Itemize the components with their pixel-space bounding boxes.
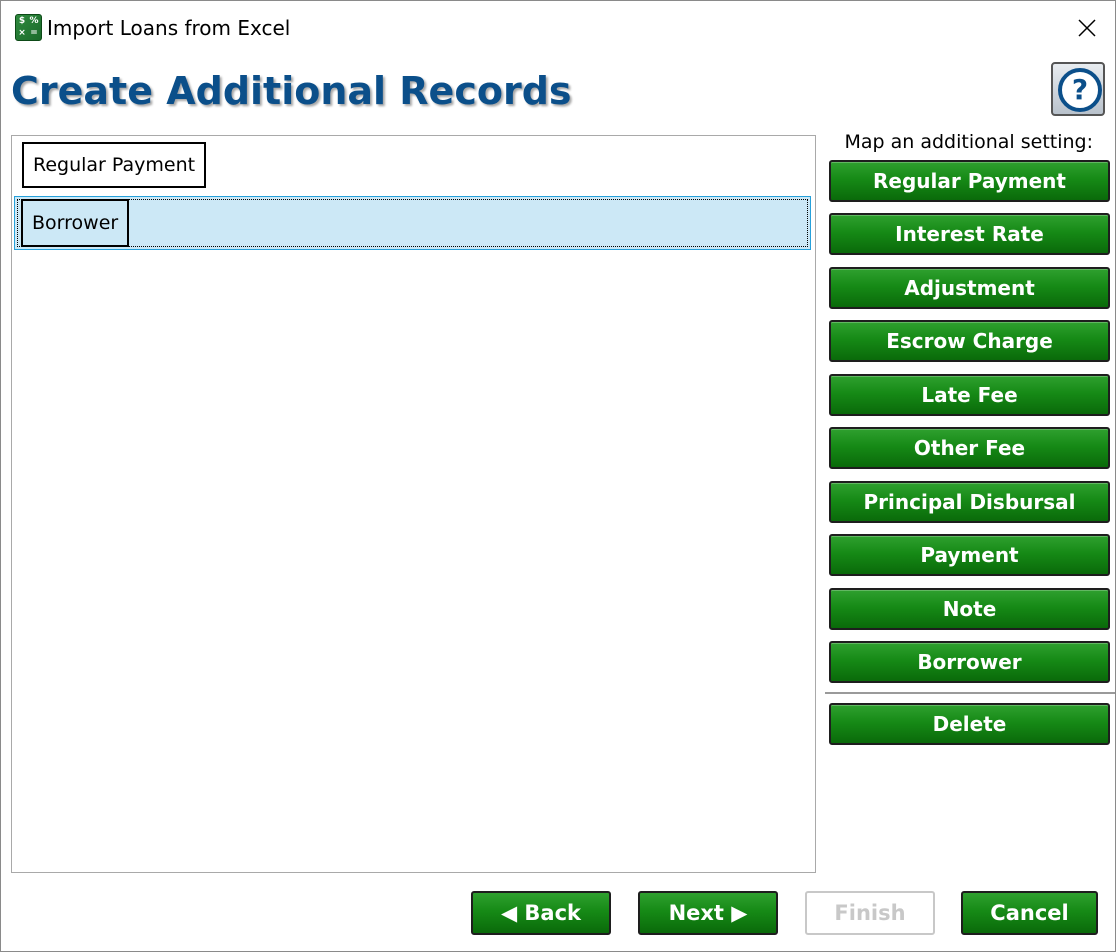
next-button[interactable]: Next ▶ — [638, 891, 778, 935]
map-note-button[interactable]: Note — [829, 588, 1110, 630]
list-item[interactable]: Regular Payment — [14, 140, 811, 194]
map-borrower-button[interactable]: Borrower — [829, 641, 1110, 683]
help-icon: ? — [1058, 68, 1102, 112]
map-regular-payment-button[interactable]: Regular Payment — [829, 160, 1110, 202]
divider — [825, 692, 1115, 694]
list-item-selected[interactable]: Borrower — [14, 196, 811, 250]
map-late-fee-button[interactable]: Late Fee — [829, 374, 1110, 416]
cancel-button[interactable]: Cancel — [961, 891, 1098, 935]
map-other-fee-button[interactable]: Other Fee — [829, 427, 1110, 469]
back-button[interactable]: ◀ Back — [471, 891, 611, 935]
import-wizard-window: $ % × = Import Loans from Excel Create A… — [0, 0, 1116, 952]
page-title: Create Additional Records — [11, 69, 572, 113]
excel-calculator-icon: $ % × = — [15, 14, 42, 41]
map-payment-button[interactable]: Payment — [829, 534, 1110, 576]
map-principal-disbursal-button[interactable]: Principal Disbursal — [829, 481, 1110, 523]
map-escrow-charge-button[interactable]: Escrow Charge — [829, 320, 1110, 362]
title-bar: $ % × = Import Loans from Excel — [1, 1, 1115, 55]
records-list[interactable]: Regular Payment Borrower — [11, 135, 816, 873]
help-button[interactable]: ? — [1051, 62, 1105, 116]
record-tag: Regular Payment — [22, 142, 207, 188]
map-setting-label: Map an additional setting: — [844, 131, 1093, 153]
record-tag: Borrower — [21, 199, 130, 247]
close-button[interactable] — [1067, 8, 1107, 48]
map-interest-rate-button[interactable]: Interest Rate — [829, 213, 1110, 255]
map-adjustment-button[interactable]: Adjustment — [829, 267, 1110, 309]
finish-button: Finish — [805, 891, 935, 935]
delete-button[interactable]: Delete — [829, 703, 1110, 745]
close-icon — [1078, 19, 1096, 37]
window-title: Import Loans from Excel — [47, 16, 291, 40]
